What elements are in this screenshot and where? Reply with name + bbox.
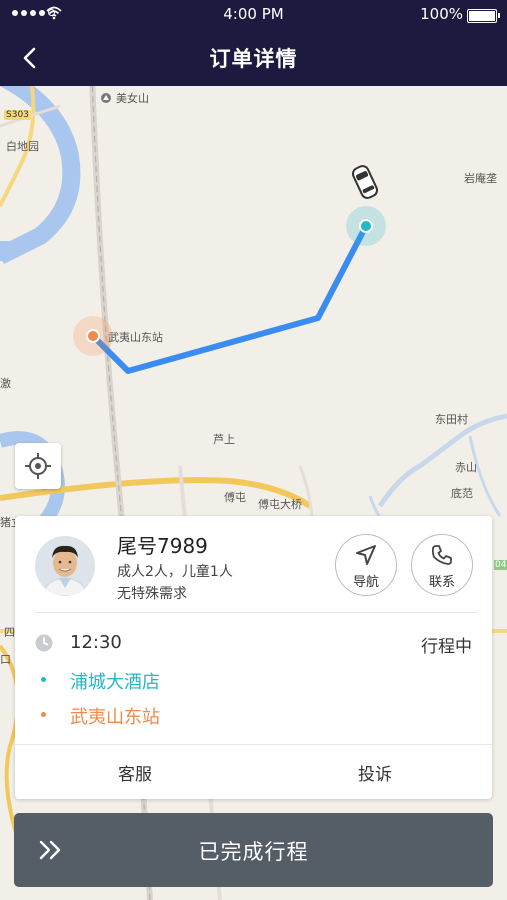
navigation-arrow-icon [356,545,376,565]
map-label-yanan: 岩庵垄 [464,172,497,185]
clock-icon [35,634,53,652]
app-header: 4:00 PM 100% 订单详情 [0,0,507,86]
map-label-bridge: 傅屯大桥 [258,498,302,511]
divider [15,744,492,745]
complete-trip-label: 已完成行程 [198,840,309,864]
navigate-button[interactable]: 导航 [335,534,397,596]
map-label-left-edge: 激 [0,377,11,390]
map-label-baidiyuan: 白地园 [6,140,39,153]
status-bar: 4:00 PM 100% [0,0,507,30]
phone-icon [431,545,452,565]
map-label-chishan: 赤山 [455,461,477,474]
special-needs: 无特殊需求 [117,586,187,602]
page-title: 订单详情 [209,47,298,71]
map-label-station: 武夷山东站 [108,331,163,344]
battery-icon [467,9,500,23]
map-label-chuantun: 傅屯 [224,491,246,504]
complain-button[interactable]: 投诉 [315,760,435,785]
crosshair-icon [25,453,51,479]
end-location: 武夷山东站 [70,707,160,728]
battery-percent: 100% [420,5,463,23]
contact-button[interactable]: 联系 [411,534,473,596]
trip-time: 12:30 [70,632,122,653]
customer-service-button[interactable]: 客服 [75,760,195,785]
map-label-left-edge3: 四 [4,626,15,639]
divider [35,612,478,613]
start-dot-icon [41,677,46,682]
map-label-meinushan: 美女山 [116,92,149,105]
end-dot-icon [41,712,46,717]
map-label-difan: 底范 [451,487,473,500]
map-label-dongtian: 东田村 [435,413,468,426]
map-label-left-edge4: 口 [0,653,11,666]
map-label-lushang: 芦上 [213,433,235,446]
poi-pin-icon [101,93,111,103]
car-icon [351,165,379,199]
driver-avatar [35,536,95,596]
trip-status: 行程中 [421,637,472,657]
order-card: 尾号7989 成人2人，儿童1人 无特殊需求 导航 联系 12:30 行程中 浦… [15,516,492,799]
driver-plate: 尾号7989 [117,534,208,558]
start-location: 浦城大酒店 [70,672,160,693]
map-label-right-edge: 04 [494,560,507,570]
map-label-road: S303 [4,110,31,120]
navigate-label: 导航 [352,575,379,590]
locate-button[interactable] [15,443,61,489]
complete-trip-button[interactable]: 已完成行程 [14,813,493,887]
passenger-count: 成人2人，儿童1人 [117,564,233,580]
contact-label: 联系 [428,575,455,590]
